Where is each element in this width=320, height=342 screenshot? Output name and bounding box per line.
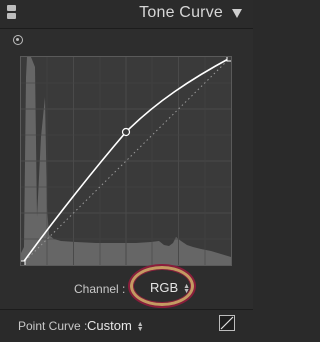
curve-point-midtones[interactable] <box>121 127 131 137</box>
curve-canvas[interactable] <box>21 57 231 265</box>
triangle-down-icon[interactable] <box>232 9 242 18</box>
curve-point-shadows[interactable] <box>21 260 26 265</box>
up-down-arrows-icon: ▲ ▼ <box>183 282 191 295</box>
point-curve-select[interactable]: Custom ▲ ▼ <box>87 318 144 333</box>
target-icon[interactable] <box>13 35 23 45</box>
panel-header[interactable]: Tone Curve <box>0 0 253 29</box>
panel-grip-icon[interactable] <box>7 5 17 19</box>
point-curve-bar: Point Curve : Custom ▲ ▼ <box>0 309 253 342</box>
graph-grid <box>21 57 231 265</box>
tone-curve-panel: Tone Curve Channel: RGB ▲ ▼ Point Curve… <box>0 0 253 342</box>
up-down-arrows-icon: ▲ ▼ <box>136 320 144 333</box>
channel-value: RGB <box>150 280 179 295</box>
curve-edit-icon[interactable] <box>219 315 235 331</box>
tone-curve-graph[interactable] <box>20 56 232 266</box>
point-curve-value: Custom <box>87 318 132 333</box>
panel-title: Tone Curve <box>139 4 223 21</box>
point-curve-label: Point Curve : <box>18 319 88 333</box>
channel-label: Channel : <box>74 282 126 296</box>
channel-select[interactable]: RGB ▲ ▼ <box>150 280 190 296</box>
curve-point-highlights[interactable] <box>226 57 231 62</box>
